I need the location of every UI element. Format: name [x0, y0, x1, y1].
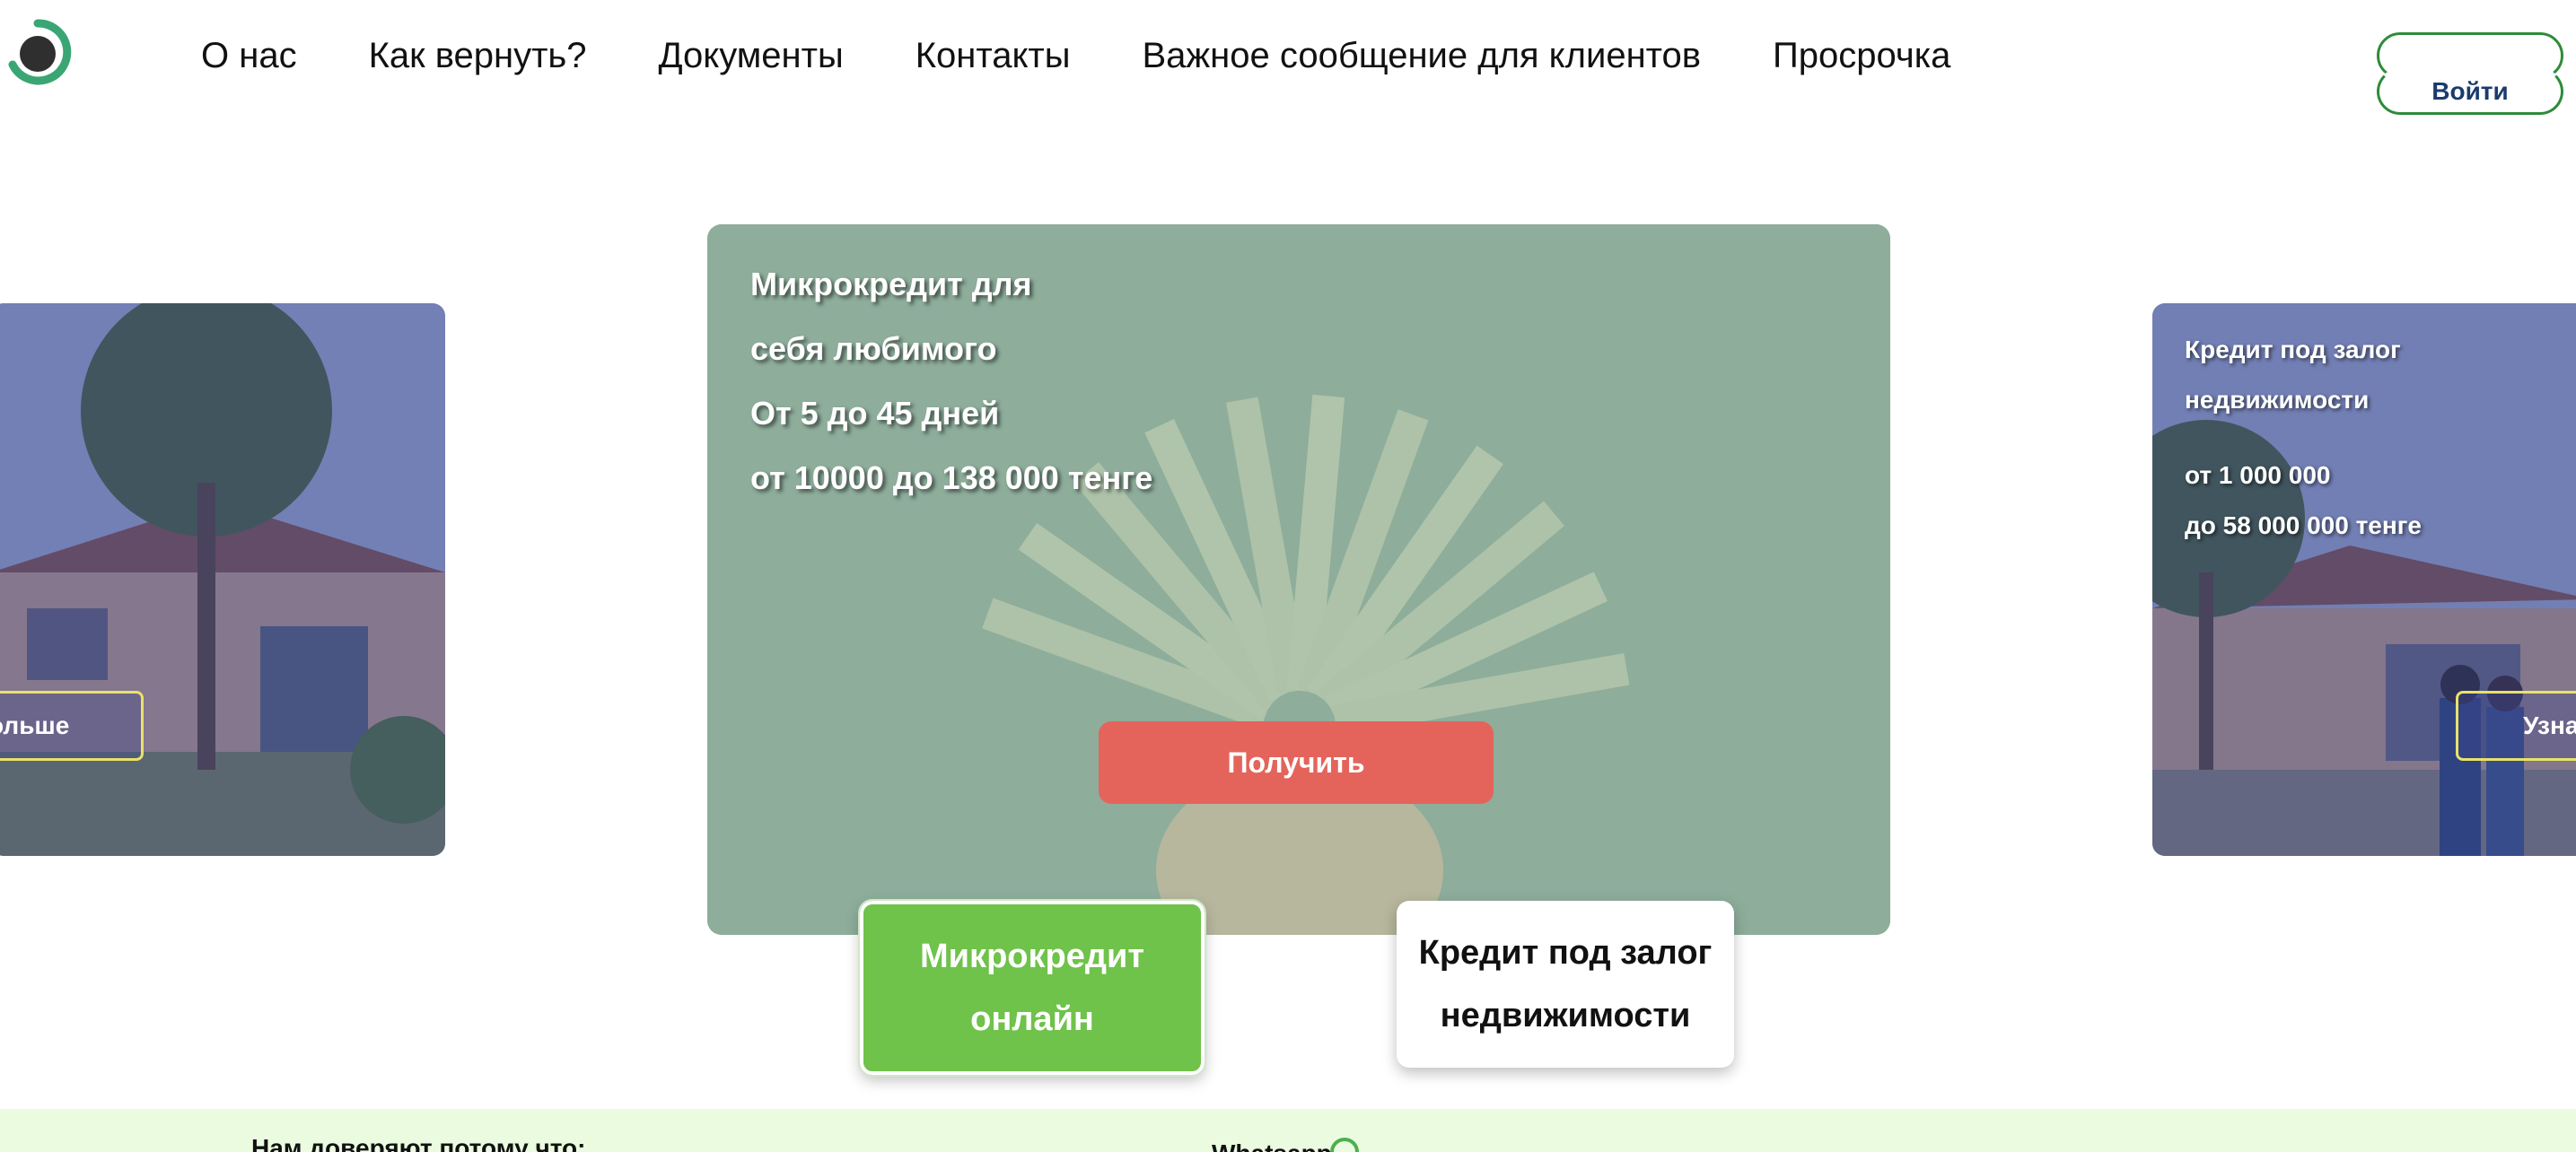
login-area: Войти: [2377, 27, 2565, 115]
logo[interactable]: [4, 18, 72, 86]
main-card-amount: от 10000 до 138 000 тенге: [750, 459, 1153, 496]
whatsapp-label[interactable]: Whatsapp: [1212, 1139, 1332, 1152]
more-button-left[interactable]: ольше: [0, 691, 144, 761]
carousel-card-main: Микрокредит для себя любимого От 5 до 45…: [707, 224, 1890, 935]
carousel-card-right[interactable]: Кредит под залог недвижимости от 1 000 0…: [2152, 303, 2576, 856]
main-card-term: От 5 до 45 дней: [750, 395, 1000, 432]
nav-contacts[interactable]: Контакты: [916, 27, 1071, 84]
nav-how-to-repay[interactable]: Как вернуть?: [369, 27, 587, 84]
tab-label-line2: недвижимости: [1440, 997, 1691, 1034]
card-overlay: [0, 303, 445, 856]
main-card-title-line1: Микрокредит для: [750, 266, 1032, 302]
get-loan-button[interactable]: Получить: [1099, 721, 1494, 804]
main-card-title-line2: себя любимого: [750, 330, 997, 367]
right-card-title-line1: Кредит под залог: [2185, 336, 2401, 363]
tab-real-estate-credit[interactable]: Кредит под залог недвижимости: [1397, 901, 1734, 1068]
login-button[interactable]: Войти: [2377, 68, 2563, 115]
trust-strip: Нам доверяют потому что: Whatsapp: [0, 1109, 2576, 1152]
logo-icon: [8, 19, 72, 85]
tab-microcredit-online[interactable]: Микрокредит онлайн: [858, 899, 1206, 1077]
carousel-card-left[interactable]: ольше: [0, 303, 445, 856]
right-card-amount-to: до 58 000 000 тенге: [2185, 511, 2423, 539]
tab-label-line1: Кредит под залог: [1418, 934, 1713, 972]
nav-about[interactable]: О нас: [201, 27, 297, 84]
whatsapp-icon[interactable]: [1328, 1136, 1361, 1152]
tab-label-line1: Микрокредит: [920, 938, 1144, 975]
right-card-amount-from: от 1 000 000: [2185, 461, 2331, 489]
main-nav: О нас Как вернуть? Документы Контакты Ва…: [201, 27, 1950, 84]
nav-important-message[interactable]: Важное сообщение для клиентов: [1143, 27, 1702, 84]
learn-more-button-right[interactable]: Узна: [2456, 691, 2576, 761]
right-card-title-line2: недвижимости: [2185, 386, 2370, 414]
tab-label-line2: онлайн: [970, 1000, 1094, 1038]
nav-overdue[interactable]: Просрочка: [1773, 27, 1950, 84]
nav-documents[interactable]: Документы: [659, 27, 844, 84]
trust-heading: Нам доверяют потому что:: [251, 1134, 586, 1152]
